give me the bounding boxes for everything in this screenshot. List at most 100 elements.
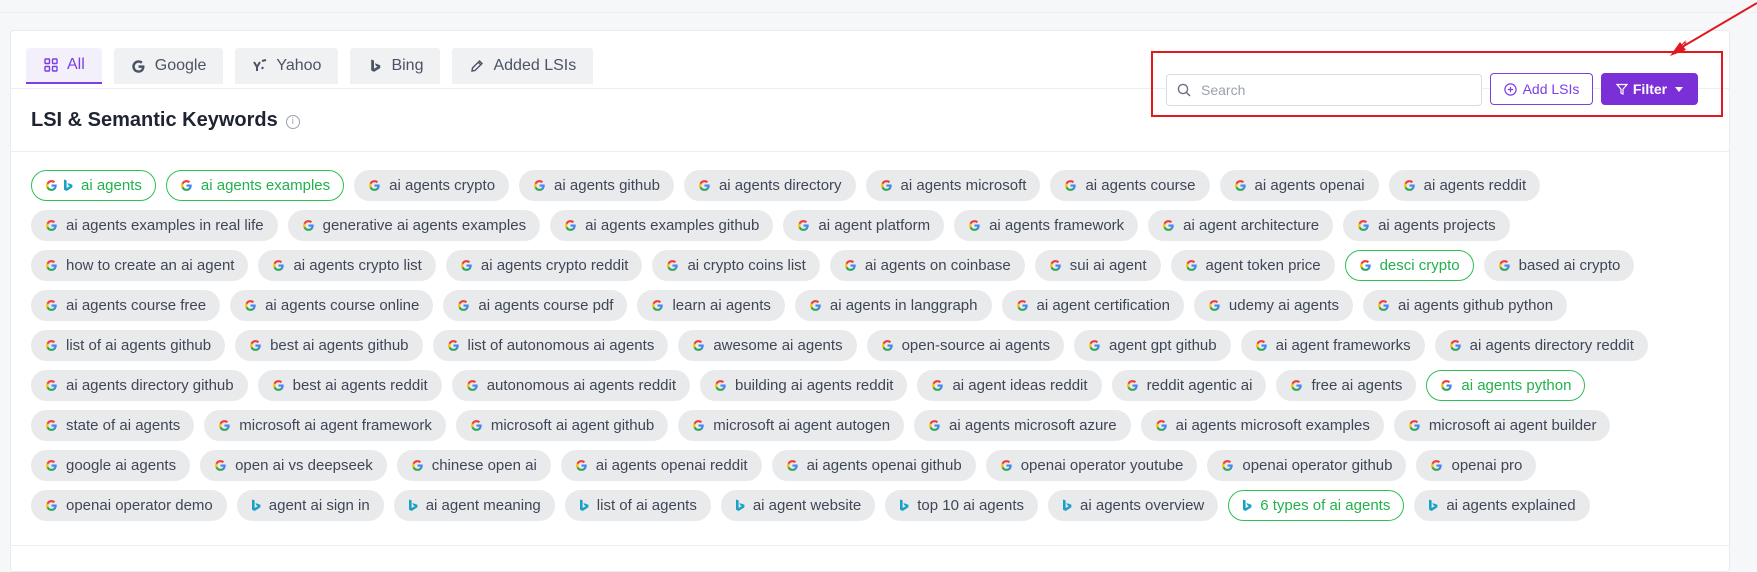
keyword-chip[interactable]: building ai agents reddit [700, 370, 908, 401]
google-icon [1185, 259, 1198, 272]
keyword-label: ai agents reddit [1423, 177, 1527, 194]
keyword-chip[interactable]: openai operator youtube [985, 450, 1198, 481]
keyword-chip[interactable]: ai agents course [1050, 170, 1210, 201]
info-icon[interactable]: i [285, 115, 300, 129]
keyword-chip[interactable]: ai agents projects [1343, 210, 1510, 241]
source-icons [1377, 299, 1390, 312]
keyword-chip[interactable]: microsoft ai agent autogen [678, 410, 905, 441]
keyword-chip[interactable]: microsoft ai agent framework [204, 410, 446, 441]
source-icons [1208, 299, 1221, 312]
keyword-label: autonomous ai agents reddit [486, 377, 676, 394]
keyword-chip[interactable]: ai agents [31, 170, 156, 201]
search-input[interactable] [1199, 81, 1473, 99]
keyword-chip[interactable]: ai agents openai github [771, 450, 976, 481]
source-icons [692, 339, 705, 352]
keyword-label: openai operator github [1242, 457, 1393, 474]
keyword-chip[interactable]: ai agents directory github [31, 370, 248, 401]
keyword-chip[interactable]: reddit agentic ai [1111, 370, 1267, 401]
keyword-chip[interactable]: ai agents examples github [550, 210, 774, 241]
keyword-chip[interactable]: list of ai agents github [31, 330, 226, 361]
keyword-chip[interactable]: ai agent certification [1001, 290, 1184, 321]
keyword-chip[interactable]: ai agent architecture [1148, 210, 1334, 241]
keyword-chip[interactable]: ai agents directory [683, 170, 856, 201]
keyword-chip[interactable]: ai agents overview [1048, 490, 1219, 521]
keyword-chip[interactable]: ai agents directory reddit [1434, 330, 1648, 361]
keyword-chip[interactable]: best ai agents reddit [257, 370, 442, 401]
keyword-chip[interactable]: top 10 ai agents [885, 490, 1039, 521]
keyword-chip[interactable]: autonomous ai agents reddit [451, 370, 690, 401]
source-icons [1000, 459, 1013, 472]
keyword-chip[interactable]: ai agents on coinbase [829, 250, 1025, 281]
keyword-chip[interactable]: openai operator github [1207, 450, 1407, 481]
keyword-chip[interactable]: ai agents openai [1219, 170, 1379, 201]
keyword-chip[interactable]: ai agents framework [954, 210, 1139, 241]
keyword-chip[interactable]: google ai agents [31, 450, 191, 481]
tab-added-lsis[interactable]: Added LSIs [452, 48, 594, 84]
source-icons [1430, 459, 1443, 472]
source-icons [1403, 179, 1416, 192]
keyword-chip[interactable]: openai operator demo [31, 490, 227, 521]
keyword-chip[interactable]: ai agent ideas reddit [917, 370, 1102, 401]
tab-yahoo[interactable]: Yahoo [235, 48, 339, 84]
keyword-chip[interactable]: ai agents microsoft examples [1140, 410, 1384, 441]
keyword-chip[interactable]: agent token price [1170, 250, 1335, 281]
keyword-chip[interactable]: state of ai agents [31, 410, 195, 441]
keyword-chip[interactable]: ai agents crypto reddit [445, 250, 643, 281]
keyword-chip[interactable]: udemy ai agents [1193, 290, 1353, 321]
source-icons [447, 339, 460, 352]
google-icon [272, 379, 285, 392]
keyword-chip[interactable]: agent gpt github [1074, 330, 1231, 361]
keyword-chip[interactable]: best ai agents github [235, 330, 423, 361]
keyword-chip[interactable]: awesome ai agents [678, 330, 857, 361]
source-icons [214, 459, 227, 472]
keyword-chip[interactable]: ai agent meaning [393, 490, 555, 521]
keyword-chip[interactable]: ai agent frameworks [1240, 330, 1425, 361]
keyword-chip[interactable]: open ai vs deepseek [200, 450, 387, 481]
keyword-chip[interactable]: generative ai agents examples [287, 210, 541, 241]
keyword-chip[interactable]: ai agents course free [31, 290, 221, 321]
keyword-chip[interactable]: ai agents course online [230, 290, 434, 321]
keyword-chip[interactable]: ai agents crypto list [258, 250, 436, 281]
keyword-chip[interactable]: agent ai sign in [236, 490, 384, 521]
keyword-chip[interactable]: free ai agents [1276, 370, 1417, 401]
keyword-chip[interactable]: ai agents microsoft azure [914, 410, 1131, 441]
tab-all[interactable]: All [26, 48, 102, 84]
keyword-chip[interactable]: ai agent platform [783, 210, 945, 241]
keyword-chip[interactable]: based ai crypto [1483, 250, 1635, 281]
source-icons [45, 339, 58, 352]
keyword-chip[interactable]: ai agents microsoft [865, 170, 1041, 201]
keyword-chip[interactable]: microsoft ai agent builder [1393, 410, 1611, 441]
keyword-label: ai agent meaning [425, 497, 541, 514]
filter-button[interactable]: Filter [1601, 73, 1698, 105]
keyword-chip[interactable]: learn ai agents [637, 290, 785, 321]
keyword-chip[interactable]: ai agents course pdf [443, 290, 628, 321]
keyword-chip[interactable]: how to create an ai agent [31, 250, 249, 281]
keyword-chip[interactable]: ai agents explained [1414, 490, 1590, 521]
search-box[interactable] [1166, 74, 1482, 106]
keyword-chip[interactable]: ai agents examples [165, 170, 345, 201]
keyword-chip[interactable]: ai agents examples in real life [31, 210, 278, 241]
google-icon [1000, 459, 1013, 472]
keyword-chip[interactable]: ai agents github [519, 170, 674, 201]
keyword-chip[interactable]: microsoft ai agent github [455, 410, 669, 441]
add-lsis-button[interactable]: Add LSIs [1490, 73, 1593, 105]
keyword-chip[interactable]: open-source ai agents [866, 330, 1065, 361]
keyword-chip[interactable]: 6 types of ai agents [1228, 490, 1405, 521]
source-icons [666, 259, 679, 272]
keyword-chip[interactable]: sui ai agent [1034, 250, 1161, 281]
keyword-chip[interactable]: ai agents crypto [354, 170, 510, 201]
keyword-chip[interactable]: ai agents reddit [1388, 170, 1541, 201]
keyword-chip[interactable]: openai pro [1416, 450, 1537, 481]
tab-bing[interactable]: Bing [350, 48, 441, 84]
keyword-chip[interactable]: ai agents in langgraph [794, 290, 992, 321]
keyword-chip[interactable]: chinese open ai [396, 450, 551, 481]
keyword-chip[interactable]: ai agents github python [1363, 290, 1568, 321]
keyword-chip[interactable]: list of ai agents [564, 490, 711, 521]
keyword-chip[interactable]: ai agent website [720, 490, 876, 521]
keyword-chip[interactable]: ai crypto coins list [652, 250, 820, 281]
tab-google[interactable]: Google [113, 48, 224, 84]
keyword-chip[interactable]: ai agents python [1426, 370, 1586, 401]
keyword-chip[interactable]: ai agents openai reddit [560, 450, 762, 481]
keyword-chip[interactable]: list of autonomous ai agents [432, 330, 669, 361]
keyword-chip[interactable]: desci crypto [1344, 250, 1474, 281]
